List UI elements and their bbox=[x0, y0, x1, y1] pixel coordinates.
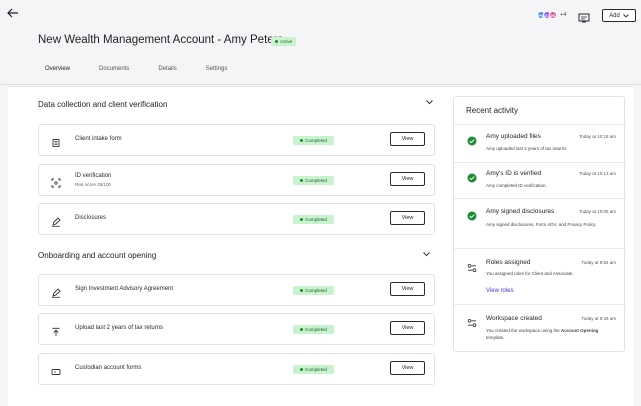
avatar: IN bbox=[549, 11, 557, 19]
activity-title: Recent activity bbox=[466, 106, 519, 115]
activity-item-title: Amy signed disclosures bbox=[486, 208, 555, 215]
activity-item-title: Workspace created bbox=[486, 315, 542, 322]
view-roles-link[interactable]: View roles bbox=[486, 288, 514, 294]
task-label: Disclosures bbox=[75, 215, 107, 221]
page-title: New Wealth Management Account - Amy Pete… bbox=[38, 34, 284, 46]
activity-item-time: Today at 10:05 am bbox=[578, 209, 616, 214]
view-button[interactable]: View bbox=[390, 211, 425, 225]
task-sublabel: Risk score 25/100 bbox=[75, 182, 112, 187]
view-button[interactable]: View bbox=[390, 361, 425, 375]
add-button[interactable]: Add bbox=[602, 9, 636, 22]
status-badge: Completed bbox=[293, 136, 334, 145]
check-circle-icon bbox=[467, 133, 477, 146]
signature-icon bbox=[51, 214, 61, 227]
task-label: Upload last 2 years of tax returns bbox=[75, 325, 164, 331]
activity-item: Roles assigned Today at 9:54 am You assi… bbox=[454, 248, 626, 304]
section-title: Data collection and client verification bbox=[38, 100, 168, 109]
arrow-left-icon[interactable] bbox=[6, 6, 20, 20]
activity-item: Workspace created Today at 9:26 am You c… bbox=[454, 304, 626, 352]
status-badge: Completed bbox=[293, 325, 334, 334]
activity-item-time: Today at 9:26 am bbox=[581, 316, 616, 321]
activity-item-time: Today at 9:54 am bbox=[581, 260, 616, 265]
avatars-more-count: +4 bbox=[560, 12, 567, 18]
scan-face-icon bbox=[51, 175, 61, 188]
activity-item-time: Today at 10:18 am bbox=[578, 134, 616, 139]
tab-documents[interactable]: Documents bbox=[92, 66, 136, 78]
workspace-icon[interactable] bbox=[578, 10, 590, 23]
status-badge: Completed bbox=[293, 286, 334, 295]
tab-settings[interactable]: Settings bbox=[199, 66, 235, 78]
activity-item-description: Amy uploaded last 2 years of tax returns bbox=[486, 146, 567, 151]
avatar-group[interactable]: PA DJ IN +4 bbox=[537, 11, 566, 19]
tab-divider bbox=[0, 84, 641, 85]
view-button[interactable]: View bbox=[390, 321, 425, 335]
upload-icon bbox=[51, 324, 61, 336]
task-label: Custodian account forms bbox=[75, 365, 142, 371]
task-card-id-verification: ID verification Risk score 25/100 Comple… bbox=[38, 164, 435, 196]
chevron-down-icon bbox=[623, 13, 629, 18]
tab-details[interactable]: Details bbox=[151, 66, 183, 78]
add-button-label: Add bbox=[609, 12, 620, 19]
chevron-down-icon[interactable] bbox=[423, 252, 430, 259]
check-circle-icon bbox=[467, 208, 477, 221]
activity-item-title: Amy uploaded files bbox=[486, 133, 541, 140]
activity-item-description: You assigned roles for Client and Associ… bbox=[486, 271, 574, 276]
activity-item-description: Amy completed ID verification. bbox=[486, 183, 547, 188]
roles-icon bbox=[467, 260, 477, 272]
status-badge: Completed bbox=[293, 176, 334, 185]
check-circle-icon bbox=[467, 170, 477, 183]
activity-item-description: Amy signed disclosures, Form ADV, and Pr… bbox=[486, 222, 597, 227]
top-bar: PA DJ IN +4 Add bbox=[0, 0, 641, 30]
section-title: Onboarding and account opening bbox=[38, 251, 157, 260]
chevron-down-icon[interactable] bbox=[426, 100, 433, 107]
recent-activity-panel: Recent activity Amy uploaded files Today… bbox=[453, 96, 626, 352]
tab-bar: Overview Documents Details Settings bbox=[38, 66, 235, 85]
activity-item: Amy's ID is verified Today at 10:13 am A… bbox=[454, 162, 626, 198]
status-badge: Active bbox=[271, 37, 297, 46]
activity-item-title: Roles assigned bbox=[486, 259, 531, 266]
task-card-tax-returns: Upload last 2 years of tax returns Compl… bbox=[38, 313, 435, 345]
view-button[interactable]: View bbox=[390, 132, 425, 146]
task-card-advisory-agreement: Sign Investment Advisory Agreement Compl… bbox=[38, 274, 435, 306]
form-icon bbox=[51, 135, 61, 147]
card-icon bbox=[51, 364, 61, 375]
activity-item-title: Amy's ID is verified bbox=[486, 170, 542, 177]
task-card-client-intake: Client intake form Completed View bbox=[38, 124, 435, 156]
activity-item: Amy signed disclosures Today at 10:05 am… bbox=[454, 198, 626, 248]
view-button[interactable]: View bbox=[390, 172, 425, 186]
task-card-custodian-forms: Custodian account forms Completed View bbox=[38, 353, 435, 385]
activity-item-time: Today at 10:13 am bbox=[578, 171, 616, 176]
task-card-disclosures: Disclosures Completed View bbox=[38, 203, 435, 235]
task-label: ID verification bbox=[75, 173, 112, 179]
status-badge: Completed bbox=[293, 365, 334, 374]
task-label: Sign Investment Advisory Agreement bbox=[75, 286, 174, 292]
view-button[interactable]: View bbox=[390, 282, 425, 296]
status-badge: Completed bbox=[293, 215, 334, 224]
task-label: Client intake form bbox=[75, 136, 122, 142]
tab-overview[interactable]: Overview bbox=[38, 66, 78, 85]
activity-item-description: You created the workspace using the Acco… bbox=[486, 328, 599, 340]
signature-icon bbox=[51, 285, 61, 298]
roles-icon bbox=[467, 315, 477, 327]
activity-item: Amy uploaded files Today at 10:18 am Amy… bbox=[454, 124, 626, 162]
